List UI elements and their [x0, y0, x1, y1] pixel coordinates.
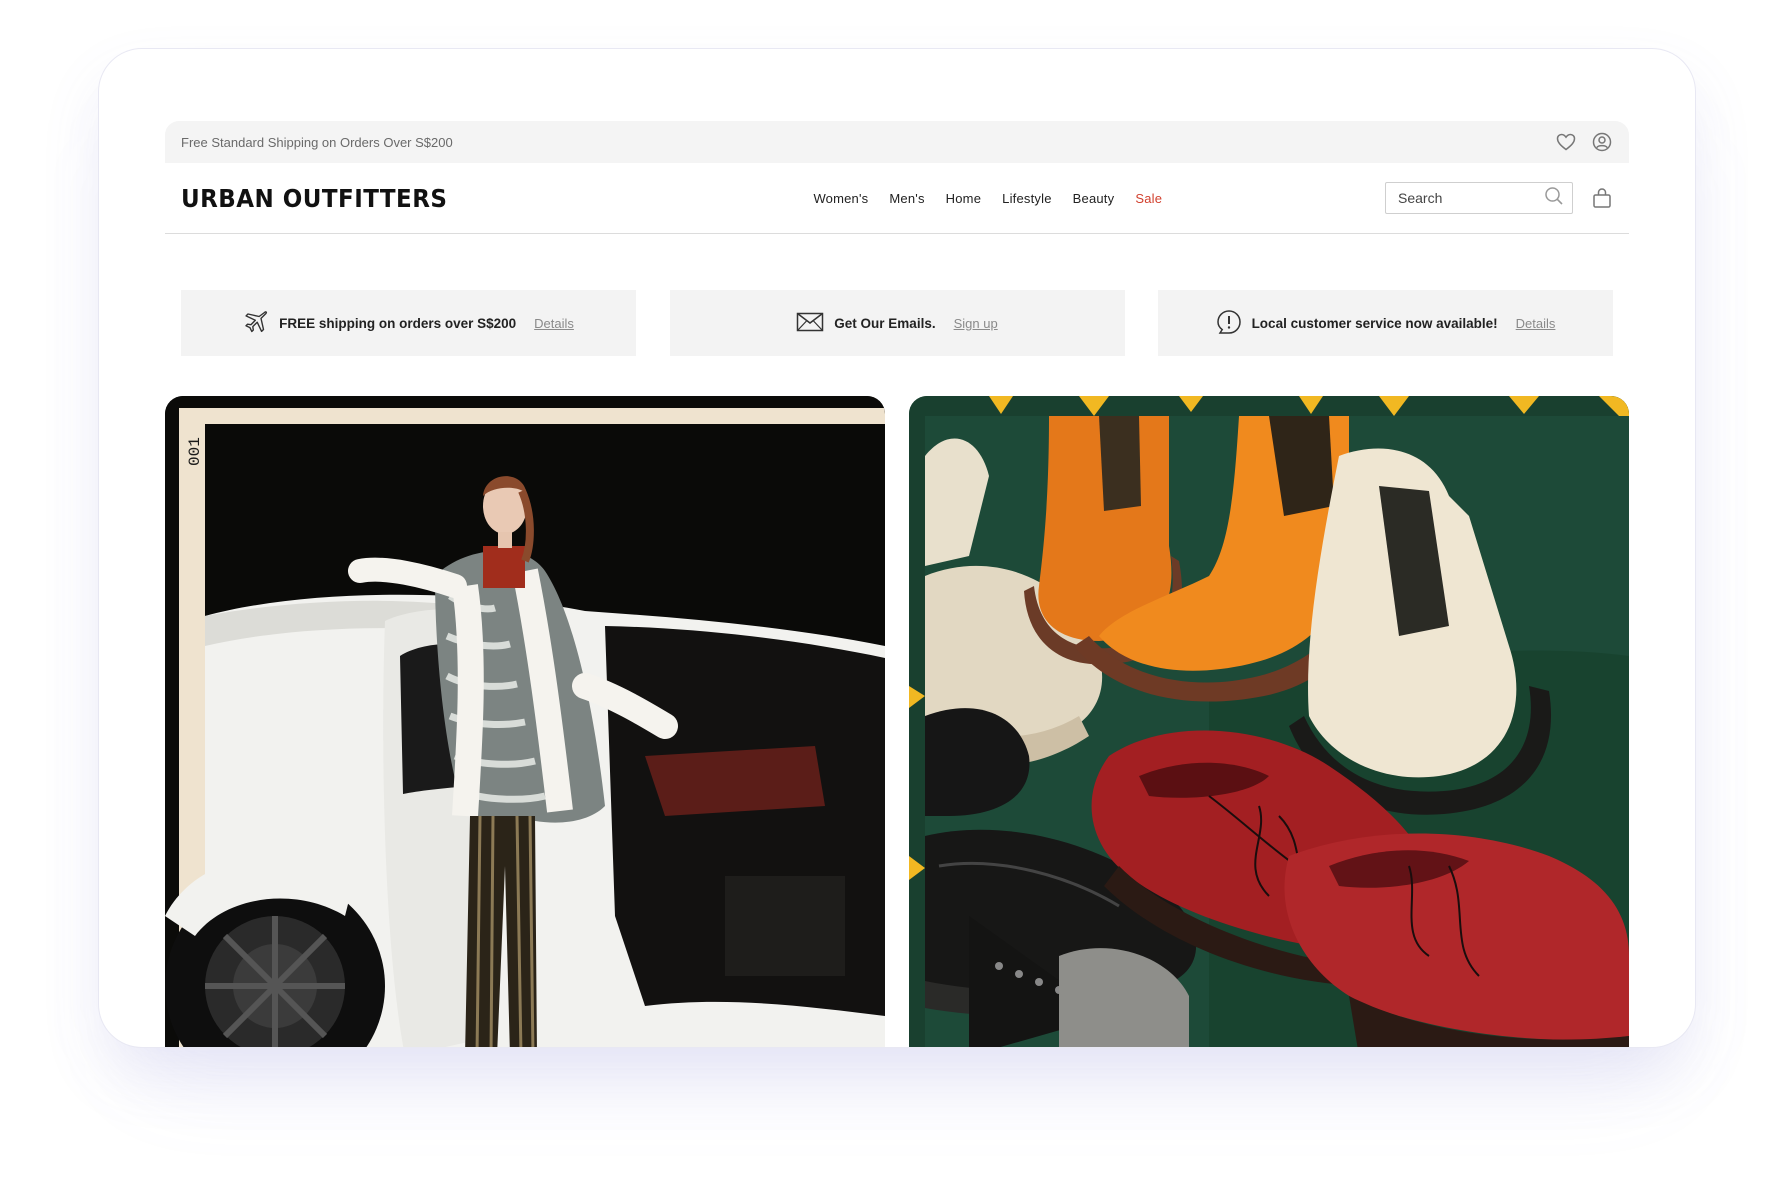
promo-shipping-link[interactable]: Details — [534, 316, 574, 331]
shoes-photo — [909, 396, 1629, 1047]
announcement-bar: Free Standard Shipping on Orders Over S$… — [165, 121, 1629, 163]
fashion-photo: 001 — [165, 396, 885, 1047]
website-page: Free Standard Shipping on Orders Over S$… — [165, 121, 1629, 1047]
nav-item-sale[interactable]: Sale — [1135, 191, 1162, 206]
airplane-icon — [243, 309, 269, 338]
promo-emails-text: Get Our Emails. — [834, 315, 936, 331]
search-box — [1385, 182, 1573, 214]
brand-logo[interactable]: URBAN OUTFITTERS — [181, 184, 447, 213]
alert-bubble-icon — [1216, 309, 1242, 338]
account-icon[interactable] — [1591, 131, 1613, 153]
promo-shipping-text: FREE shipping on orders over S$200 — [279, 315, 517, 331]
nav-item-home[interactable]: Home — [946, 191, 981, 206]
nav-item-lifestyle[interactable]: Lifestyle — [1002, 191, 1052, 206]
promo-strip: FREE shipping on orders over S$200 Detai… — [165, 290, 1629, 356]
hero-section: 001 — [165, 396, 1629, 1047]
search-icon[interactable] — [1544, 186, 1564, 211]
nav-item-mens[interactable]: Men's — [889, 191, 924, 206]
search-input[interactable] — [1396, 189, 1530, 207]
promo-customer-service-text: Local customer service now available! — [1251, 315, 1498, 331]
utility-icons — [1555, 131, 1613, 153]
promo-emails: Get Our Emails. Sign up — [669, 290, 1125, 356]
nav-item-beauty[interactable]: Beauty — [1073, 191, 1115, 206]
film-frame-label: 001 — [186, 437, 204, 466]
hero-shoes-image[interactable] — [909, 396, 1629, 1047]
hero-fashion-image[interactable]: 001 — [165, 396, 885, 1047]
promo-shipping: FREE shipping on orders over S$200 Detai… — [181, 290, 636, 356]
envelope-icon — [796, 312, 824, 335]
nav-item-womens[interactable]: Women's — [813, 191, 868, 206]
announcement-text: Free Standard Shipping on Orders Over S$… — [181, 134, 453, 150]
browser-card: Free Standard Shipping on Orders Over S$… — [98, 48, 1696, 1048]
site-header: URBAN OUTFITTERS Women's Men's Home Life… — [165, 163, 1629, 234]
shopping-bag-icon[interactable] — [1591, 187, 1613, 209]
header-actions — [1385, 182, 1613, 214]
promo-customer-service: Local customer service now available! De… — [1158, 290, 1613, 356]
promo-emails-link[interactable]: Sign up — [954, 316, 998, 331]
heart-icon[interactable] — [1555, 131, 1577, 153]
main-nav: Women's Men's Home Lifestyle Beauty Sale — [813, 191, 1162, 206]
promo-customer-service-link[interactable]: Details — [1516, 316, 1556, 331]
